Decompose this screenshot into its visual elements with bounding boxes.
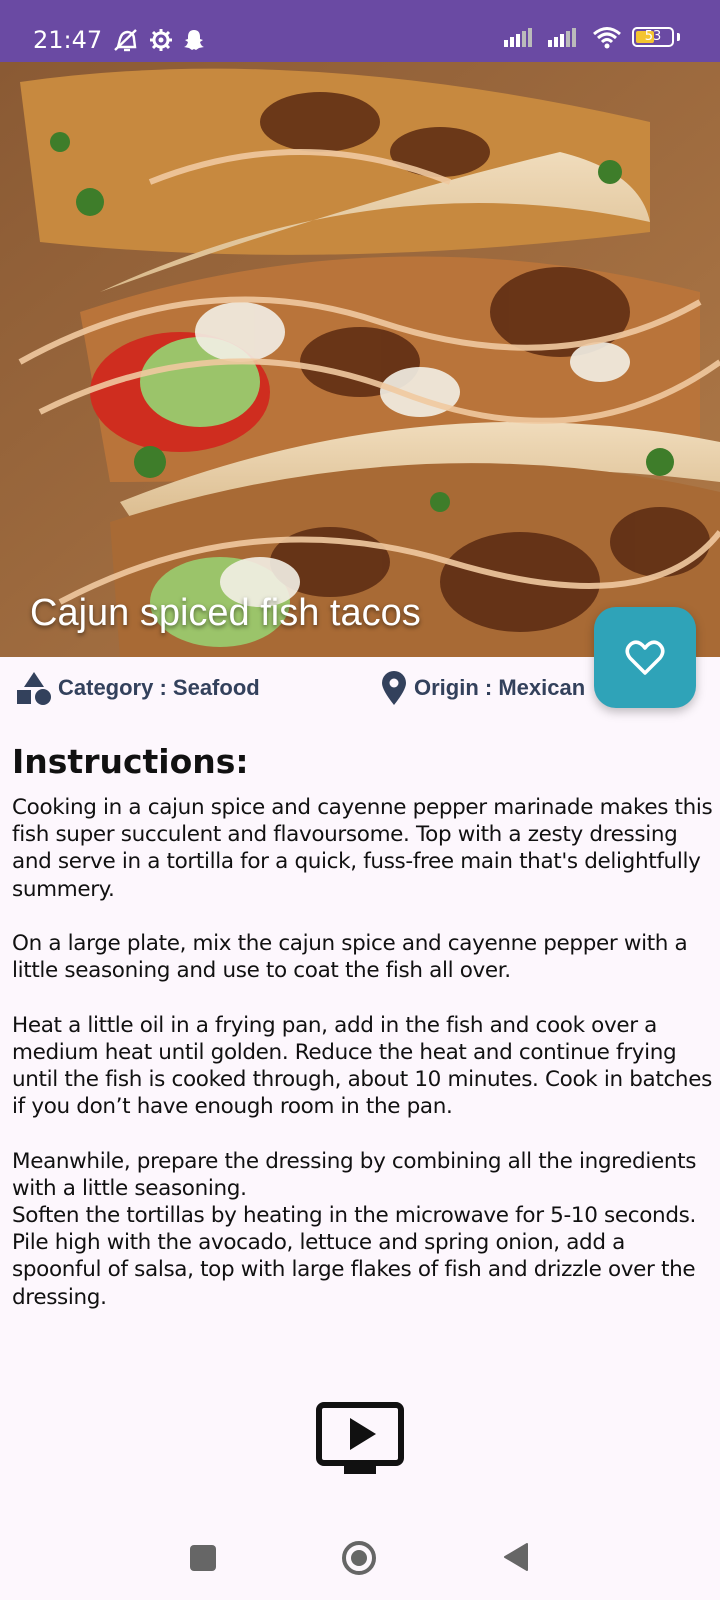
battery-icon: 53 — [632, 27, 674, 47]
watch-video-button[interactable] — [316, 1402, 404, 1476]
home-icon[interactable] — [341, 1540, 377, 1576]
battery-tip — [677, 33, 680, 41]
heart-icon — [625, 639, 665, 675]
settings-icon — [150, 29, 173, 51]
status-bar: 21:47 53 — [0, 0, 720, 62]
tv-play-icon — [316, 1402, 404, 1474]
hero-image: Cajun spiced fish tacos — [0, 62, 720, 657]
mute-alarm-icon — [114, 29, 137, 52]
location-pin-icon — [382, 671, 406, 705]
status-right: 53 — [504, 25, 680, 49]
category-info: Category : Seafood — [16, 670, 260, 706]
origin-label: Origin : Mexican — [414, 675, 586, 700]
recents-icon[interactable] — [190, 1545, 216, 1571]
favorite-button[interactable] — [594, 607, 696, 708]
battery-level: 53 — [644, 29, 662, 44]
navigation-bar — [0, 1512, 720, 1600]
instructions-title: Instructions: — [12, 742, 249, 781]
fish-tacos-photo — [0, 62, 720, 657]
instructions-text: Cooking in a cajun spice and cayenne pep… — [12, 795, 713, 1310]
snapchat-icon — [184, 30, 205, 50]
wifi-icon — [593, 27, 621, 49]
recipe-title: Cajun spiced fish tacos — [30, 592, 421, 634]
status-left: 21:47 — [33, 26, 206, 54]
back-icon[interactable] — [503, 1542, 529, 1572]
shapes-icon — [17, 672, 51, 705]
status-time: 21:47 — [33, 26, 103, 54]
signal-icon — [548, 28, 576, 47]
category-label: Category : Seafood — [58, 675, 260, 700]
signal-icon — [504, 28, 532, 47]
origin-info: Origin : Mexican — [380, 670, 585, 706]
